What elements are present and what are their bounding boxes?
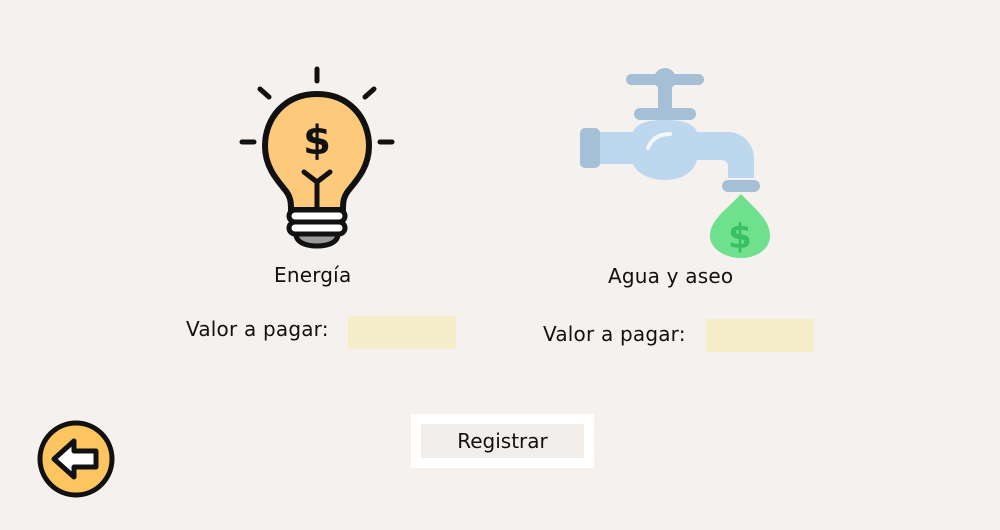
svg-text:$: $	[728, 217, 752, 257]
water-title: Agua y aseo	[608, 264, 734, 288]
back-button[interactable]	[36, 419, 116, 499]
water-value-input[interactable]	[706, 319, 814, 352]
faucet-dollar-icon: $	[580, 68, 770, 258]
water-value-label: Valor a pagar:	[543, 322, 686, 346]
svg-text:$: $	[303, 118, 331, 164]
register-button[interactable]: Registrar	[411, 414, 594, 468]
energy-value-label: Valor a pagar:	[186, 317, 329, 341]
arrow-left-icon	[37, 420, 115, 498]
register-button-label: Registrar	[421, 424, 584, 458]
energy-value-input[interactable]	[348, 316, 456, 349]
lightbulb-dollar-icon: $	[239, 66, 395, 249]
energy-title: Energía	[274, 263, 352, 287]
